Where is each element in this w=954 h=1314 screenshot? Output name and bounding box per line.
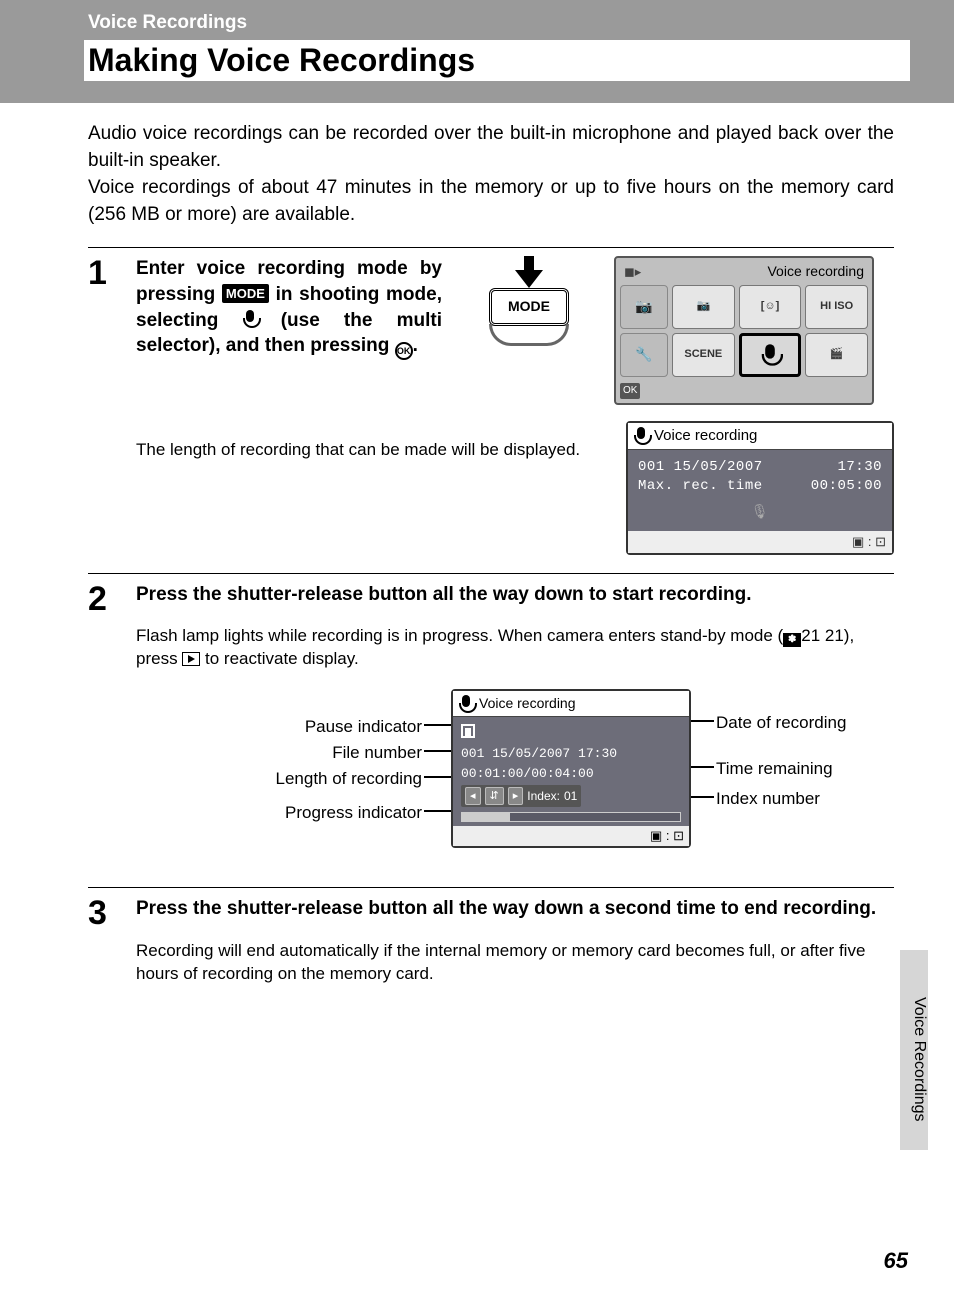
microphone-icon (762, 344, 779, 366)
mode-icon: MODE (222, 284, 269, 304)
lcd1-title: Voice recording (654, 426, 757, 446)
intro-text-2: Voice recordings of about 47 minutes in … (88, 175, 894, 229)
divider (88, 573, 894, 574)
menu-item-face: [☺] (739, 285, 802, 329)
lcd1-date: 15/05/2007 (674, 459, 763, 475)
reference-icon: ✽ (783, 633, 801, 647)
menu-item-scene: SCENE (672, 333, 735, 377)
lcd1-time: 17:30 (837, 458, 882, 477)
side-tab: Voice Recordings (900, 950, 928, 1150)
step-2-heading: Press the shutter-release button all the… (136, 582, 894, 608)
menu-item-hi-iso: HI ISO (805, 285, 868, 329)
right-key-icon: ▸ (508, 787, 524, 806)
step-3-heading: Press the shutter-release button all the… (136, 896, 894, 922)
lcd2-footer-icons: ▣ : ⊡ (453, 826, 689, 846)
left-key-icon: ◂ (465, 787, 481, 806)
microphone-icon (459, 695, 473, 713)
microphone-icon (634, 427, 648, 445)
lcd2-time: 17:30 (578, 746, 617, 761)
label-length-of-recording: Length of recording (176, 767, 422, 790)
ok-label: OK (620, 383, 640, 399)
step2-c: to reactivate display. (200, 649, 358, 668)
step-1-heading: Enter voice recording mode by pressing M… (136, 256, 442, 360)
step-3-number: 3 (88, 896, 116, 986)
lcd1-footer-icons: ▣ : ⊡ (628, 531, 892, 553)
ok-icon: OK (395, 342, 413, 360)
page-title: Making Voice Recordings (84, 40, 910, 81)
recording-screen-diagram: Pause indicator File number Length of re… (176, 689, 886, 869)
lcd1-fileno: 001 (638, 459, 665, 475)
voice-recording-active-screen: Voice recording 001 15/05/2007 17:30 00:… (451, 689, 691, 848)
label-pause-indicator: Pause indicator (176, 715, 422, 738)
microphone-icon (243, 310, 257, 328)
label-index-number: Index number (716, 787, 820, 810)
microphone-large-icon: 🎙 (638, 504, 882, 523)
step1-text-d: . (413, 335, 418, 356)
lcd2-index-value: 01 (564, 787, 577, 805)
divider (88, 247, 894, 248)
divider (88, 887, 894, 888)
step-1-number: 1 (88, 256, 116, 555)
menu-left-camera: 📷 (620, 285, 668, 329)
menu-item-voice-selected (739, 333, 802, 377)
step2-ref21: 21 (801, 626, 820, 645)
mode-menu-screen: ◼▸ Voice recording 📷 🔧 📷 [☺] HI (614, 256, 874, 405)
label-date-of-recording: Date of recording (716, 711, 846, 734)
step-2-number: 2 (88, 582, 116, 870)
play-icon (182, 652, 200, 666)
lcd2-fileno: 001 (461, 746, 484, 761)
mode-button-illustration: MODE (454, 256, 604, 405)
lcd2-index-label: Index: (527, 787, 560, 805)
step-3-body: Recording will end automatically if the … (136, 940, 894, 986)
page-number: 65 (884, 1248, 908, 1274)
lcd1-max-label: Max. rec. time (638, 477, 763, 496)
progress-bar (461, 812, 681, 822)
step-1-note: The length of recording that can be made… (136, 439, 614, 555)
updown-key-icon: ⇵ (485, 787, 504, 806)
intro-text-1: Audio voice recordings can be recorded o… (88, 121, 894, 175)
step2-a: Flash lamp lights while recording is in … (136, 626, 783, 645)
label-file-number: File number (176, 741, 422, 764)
lcd2-date: 15/05/2007 (492, 746, 570, 761)
lcd2-elapsed: 00:01:00/00:04:00 (461, 764, 681, 784)
cable-icon (489, 324, 569, 346)
menu-left-setup: 🔧 (620, 333, 668, 377)
mode-button: MODE (489, 288, 569, 326)
step-2-body: Flash lamp lights while recording is in … (136, 625, 894, 671)
lcd1-max-time: 00:05:00 (811, 477, 882, 496)
arrow-down-icon (515, 256, 543, 290)
menu-item-auto: 📷 (672, 285, 735, 329)
camera-icon: ◼▸ (624, 263, 641, 281)
lcd2-title: Voice recording (479, 694, 576, 713)
label-progress-indicator: Progress indicator (176, 801, 422, 824)
menu-item-movie: 🎬 (805, 333, 868, 377)
voice-recording-standby-screen: Voice recording 001 15/05/2007 17:30 Max… (626, 421, 894, 555)
label-time-remaining: Time remaining (716, 757, 833, 780)
menu-title: Voice recording (767, 262, 864, 281)
pause-icon (461, 724, 475, 738)
breadcrumb: Voice Recordings (88, 12, 910, 34)
